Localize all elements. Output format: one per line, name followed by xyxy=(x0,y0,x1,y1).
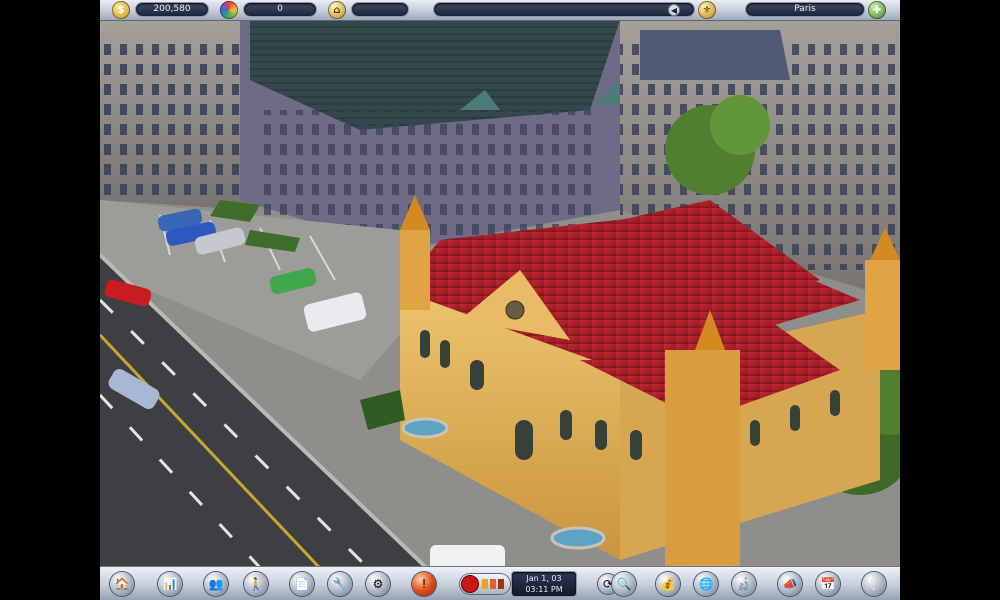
bottom-toolbar: 🏠 📊 👥 🚶 📄 🔧 ⚙ ! Jan 1, 03 03:11 PM ⟳ 🔍 💰… xyxy=(100,566,900,600)
clock-date: Jan 1, 03 xyxy=(526,574,562,583)
world-button[interactable]: 🌐 xyxy=(694,572,718,596)
city-icon[interactable]: ⚜ xyxy=(698,1,716,19)
zoom-button[interactable]: 🔍 xyxy=(612,572,636,596)
speed-slow-icon[interactable] xyxy=(482,579,488,589)
rating-display xyxy=(352,3,408,16)
alert-icon[interactable]: ! xyxy=(412,572,436,596)
coin-icon[interactable]: $ xyxy=(112,1,130,19)
rose-window xyxy=(505,300,525,320)
game-clock: Jan 1, 03 03:11 PM xyxy=(512,572,576,596)
documents-button[interactable]: 📄 xyxy=(290,572,314,596)
finance-button[interactable]: 💰 xyxy=(656,572,680,596)
map-icon[interactable]: ✚ xyxy=(868,1,886,19)
game-viewport[interactable]: $ 200,580 0 ⌂ ◀ ⚜ Paris ✚ 🏠 📊 👥 🚶 📄 🔧 ⚙ … xyxy=(100,0,900,600)
clock-time: 03:11 PM xyxy=(525,585,563,594)
top-hud-bar: $ 200,580 0 ⌂ ◀ ⚜ Paris ✚ xyxy=(100,0,900,21)
marketing-button[interactable]: 📣 xyxy=(778,572,802,596)
pause-icon[interactable] xyxy=(462,576,478,592)
house-icon[interactable]: ⌂ xyxy=(328,1,346,19)
tools-button[interactable]: 🔧 xyxy=(328,572,352,596)
fountain xyxy=(401,417,449,439)
speed-normal-icon[interactable] xyxy=(490,579,496,589)
speed-control[interactable] xyxy=(460,574,510,594)
guests-button[interactable]: 🚶 xyxy=(244,572,268,596)
options-button[interactable]: ⚙ xyxy=(366,572,390,596)
statistics-button[interactable]: 📊 xyxy=(158,572,182,596)
build-menu-button[interactable]: 🏠 xyxy=(110,572,134,596)
events-button[interactable]: 📅 xyxy=(816,572,840,596)
scroll-arrow-icon[interactable]: ◀ xyxy=(668,4,680,16)
globe-icon[interactable] xyxy=(220,1,238,19)
fountain xyxy=(550,526,606,550)
research-button[interactable]: 🔬 xyxy=(732,572,756,596)
main-door xyxy=(515,420,533,460)
population-display: 0 xyxy=(244,3,316,16)
city-name: Paris xyxy=(746,3,864,16)
city-scene[interactable] xyxy=(100,0,900,600)
message-ticker xyxy=(434,3,694,16)
money-display: 200,580 xyxy=(136,3,208,16)
help-button[interactable]: ❔ xyxy=(862,572,886,596)
speed-fast-icon[interactable] xyxy=(498,579,504,589)
staff-button[interactable]: 👥 xyxy=(204,572,228,596)
